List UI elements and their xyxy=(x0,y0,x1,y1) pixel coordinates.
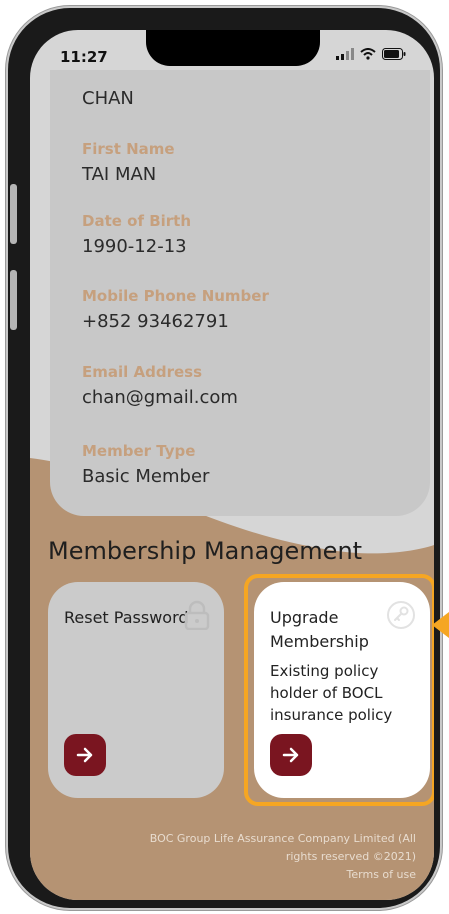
screen: 11:27 CHAN First Name TAI MAN Date of Bi… xyxy=(30,30,434,900)
membership-section-title: Membership Management xyxy=(48,537,363,565)
lock-icon xyxy=(184,600,210,630)
side-button xyxy=(10,184,17,244)
upgrade-membership-button[interactable] xyxy=(270,734,312,776)
notch xyxy=(146,30,320,66)
last-name-value: CHAN xyxy=(82,88,134,109)
email-label: Email Address xyxy=(82,363,203,381)
pointer-arrow-icon xyxy=(432,612,449,638)
signal-icon xyxy=(336,48,354,60)
upgrade-membership-tile[interactable]: Upgrade Membership Existing policy holde… xyxy=(254,582,430,798)
reset-password-tile[interactable]: Reset Password xyxy=(48,582,224,798)
mobile-value: +852 93462791 xyxy=(82,311,229,332)
arrow-right-icon xyxy=(76,747,93,763)
first-name-value: TAI MAN xyxy=(82,164,157,185)
reset-password-title: Reset Password xyxy=(64,608,189,627)
wifi-icon xyxy=(360,48,376,60)
arrow-right-icon xyxy=(282,747,299,763)
dob-label: Date of Birth xyxy=(82,212,192,230)
first-name-label: First Name xyxy=(82,140,175,158)
member-type-label: Member Type xyxy=(82,442,196,460)
terms-of-use-link[interactable]: Terms of use xyxy=(116,866,416,884)
side-button xyxy=(10,270,17,330)
dob-value: 1990-12-13 xyxy=(82,236,187,257)
member-type-value: Basic Member xyxy=(82,466,210,487)
copyright-text: BOC Group Life Assurance Company Limited… xyxy=(149,832,416,863)
email-value: chan@gmail.com xyxy=(82,387,238,408)
key-icon xyxy=(387,601,415,629)
profile-card: CHAN First Name TAI MAN Date of Birth 19… xyxy=(50,70,430,516)
reset-password-button[interactable] xyxy=(64,734,106,776)
footer: BOC Group Life Assurance Company Limited… xyxy=(116,830,416,884)
battery-icon xyxy=(382,48,406,60)
upgrade-membership-description: Existing policy holder of BOCL insurance… xyxy=(270,662,393,724)
status-time: 11:27 xyxy=(60,48,108,66)
phone-frame: 11:27 CHAN First Name TAI MAN Date of Bi… xyxy=(8,8,440,908)
status-icons xyxy=(336,48,406,60)
mobile-label: Mobile Phone Number xyxy=(82,287,269,305)
